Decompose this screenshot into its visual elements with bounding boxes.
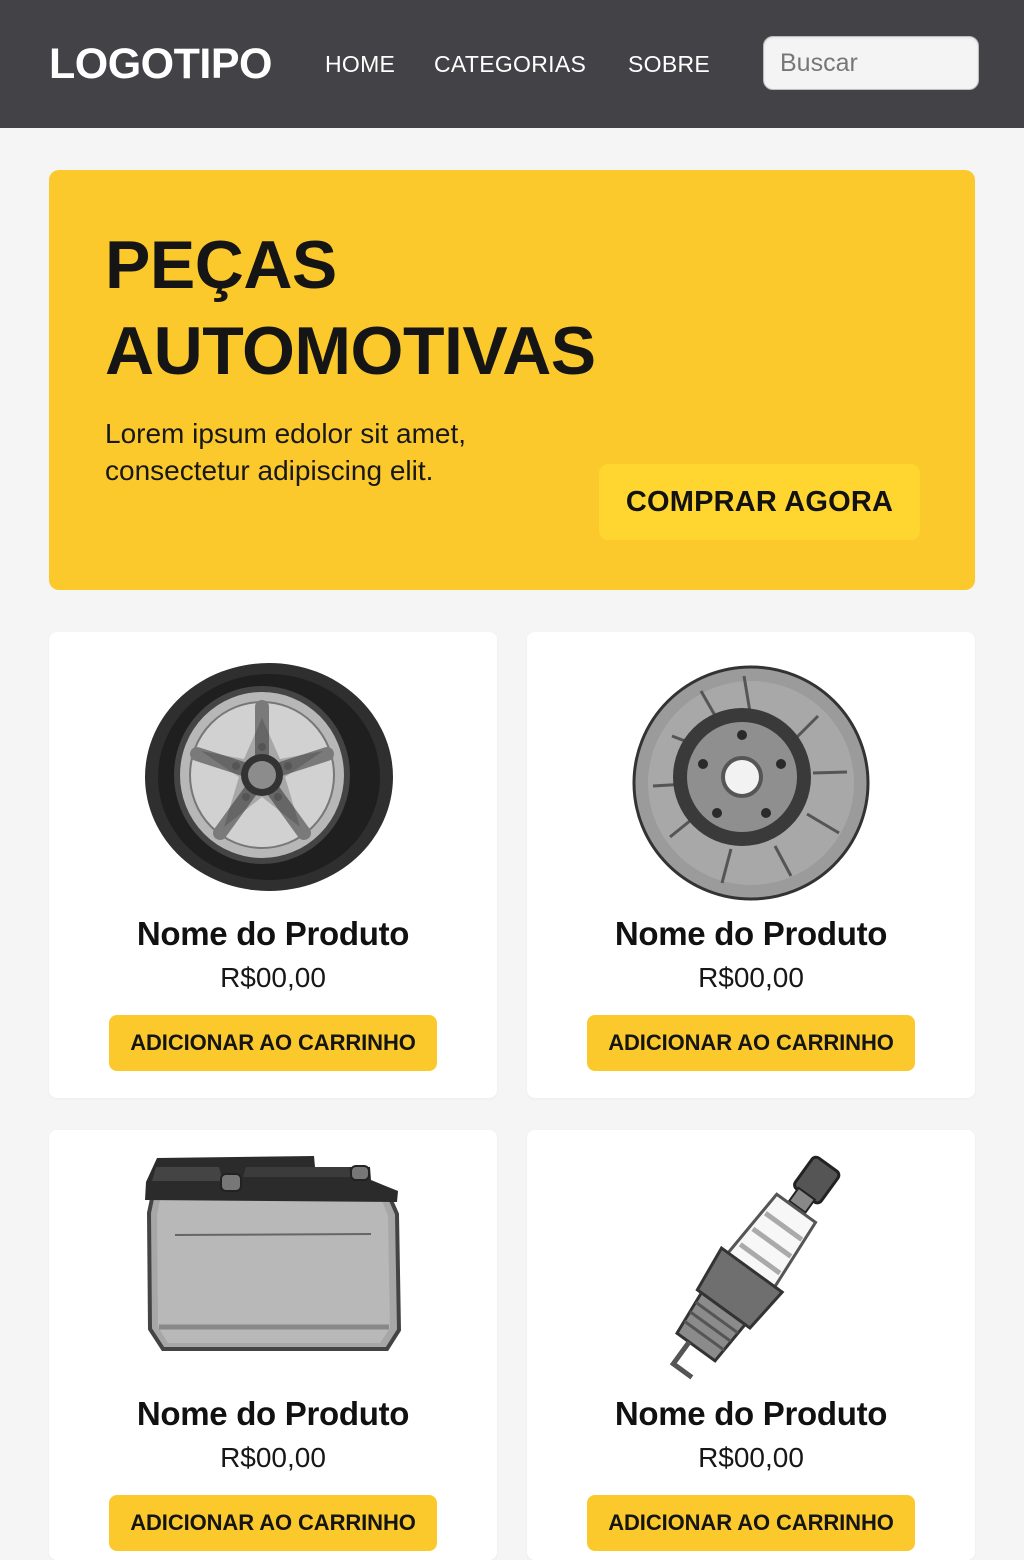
product-name[interactable]: Nome do Produto — [527, 1394, 975, 1434]
nav-link-home[interactable]: HOME — [325, 49, 395, 79]
add-to-cart-button[interactable]: ADICIONAR AO CARRINHO — [109, 1495, 437, 1551]
product-card-battery[interactable]: Nome do Produto R$00,00 ADICIONAR AO CAR… — [49, 1130, 497, 1560]
wheel-icon — [145, 663, 393, 891]
hero-subtitle-line-1: Lorem ipsum edolor sit amet, — [105, 418, 467, 449]
product-name[interactable]: Nome do Produto — [49, 914, 497, 954]
hero-subtitle-line-2: consectetur adipiscing elit. — [105, 455, 434, 486]
product-price: R$00,00 — [220, 962, 326, 993]
product-image[interactable] — [527, 1130, 975, 1400]
nav-link-sobre[interactable]: SOBRE — [628, 49, 710, 79]
logo[interactable]: LOGOTIPO — [49, 38, 272, 90]
brake-disc-icon — [632, 665, 870, 901]
product-image[interactable] — [49, 632, 497, 902]
hero-banner: PEÇAS AUTOMOTIVAS Lorem ipsum edolor sit… — [49, 170, 975, 590]
product-card-spark-plug[interactable]: Nome do Produto R$00,00 ADICIONAR AO CAR… — [527, 1130, 975, 1560]
nav-link-categorias[interactable]: CATEGORIAS — [434, 49, 586, 79]
product-card-wheel[interactable]: Nome do Produto R$00,00 ADICIONAR AO CAR… — [49, 632, 497, 1098]
battery-icon — [145, 1156, 402, 1351]
product-name[interactable]: Nome do Produto — [49, 1394, 497, 1434]
product-card-brake-disc[interactable]: Nome do Produto R$00,00 ADICIONAR AO CAR… — [527, 632, 975, 1098]
search-input[interactable] — [763, 36, 979, 90]
product-name[interactable]: Nome do Produto — [527, 914, 975, 954]
product-price: R$00,00 — [698, 962, 804, 993]
product-image[interactable] — [49, 1130, 497, 1400]
spark-plug-icon — [669, 1155, 841, 1380]
buy-now-button[interactable]: COMPRAR AGORA — [599, 464, 920, 540]
add-to-cart-button[interactable]: ADICIONAR AO CARRINHO — [587, 1015, 915, 1071]
product-price: R$00,00 — [220, 1442, 326, 1473]
product-image[interactable] — [527, 632, 975, 902]
product-price: R$00,00 — [698, 1442, 804, 1473]
add-to-cart-button[interactable]: ADICIONAR AO CARRINHO — [587, 1495, 915, 1551]
add-to-cart-button[interactable]: ADICIONAR AO CARRINHO — [109, 1015, 437, 1071]
site-header: LOGOTIPO HOME CATEGORIAS SOBRE — [0, 0, 1024, 128]
hero-title-line-2: AUTOMOTIVAS — [105, 313, 596, 389]
hero-title-line-1: PEÇAS — [105, 227, 337, 303]
